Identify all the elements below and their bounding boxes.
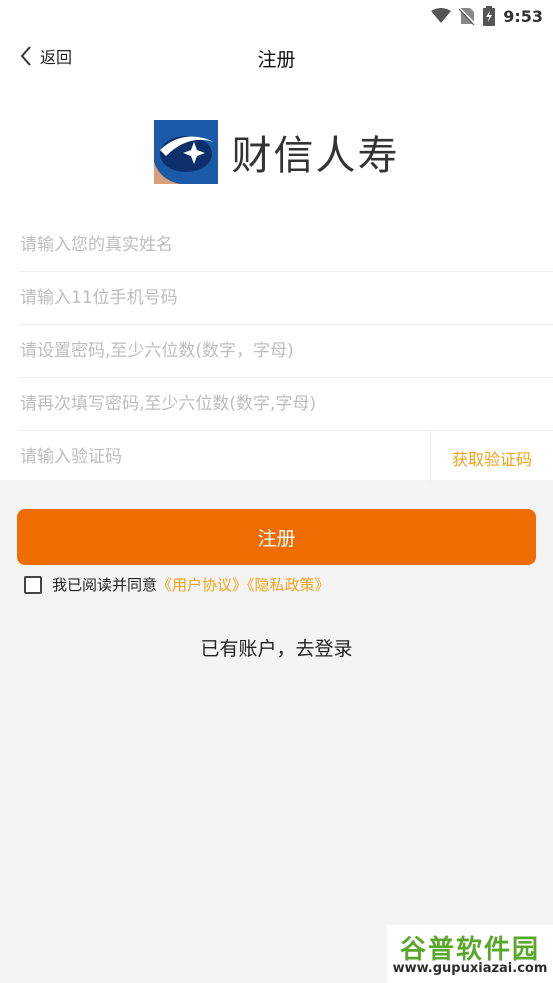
brand-name: 财信人寿 <box>231 133 400 179</box>
login-link[interactable]: 已有账户，去登录 <box>0 634 553 661</box>
privacy-policy-link[interactable]: 《隐私政策》 <box>247 576 330 594</box>
password-field-row <box>18 325 553 378</box>
user-agreement-link[interactable]: 《用户协议》 <box>157 576 247 594</box>
name-field-row <box>18 219 553 272</box>
no-sim-icon <box>459 7 476 25</box>
battery-charging-icon <box>483 6 496 26</box>
code-field-row: 获取验证码 <box>18 431 553 485</box>
watermark: 谷普软件园 www.gupuxiazai.com <box>387 925 553 983</box>
agree-checkbox[interactable] <box>24 575 42 594</box>
agreement-row: 我已阅读并同意《用户协议》《隐私政策》 <box>24 574 330 595</box>
brand-logo-icon <box>153 120 218 184</box>
status-bar: 9:53 <box>0 0 553 32</box>
confirm-password-field-row <box>18 378 553 431</box>
wifi-icon <box>431 8 452 23</box>
register-form: 获取验证码 <box>18 219 553 485</box>
status-icons: 9:53 <box>431 4 543 28</box>
logo: 财信人寿 <box>0 120 553 184</box>
phone-field-row <box>18 272 553 325</box>
confirm-password-input[interactable] <box>18 393 553 415</box>
watermark-url: www.gupuxiazai.com <box>392 961 548 976</box>
register-button[interactable]: 注册 <box>17 509 536 565</box>
get-code-button[interactable]: 获取验证码 <box>430 431 553 485</box>
phone-input[interactable] <box>18 287 553 309</box>
verification-code-input[interactable] <box>18 446 422 468</box>
password-input[interactable] <box>18 340 553 362</box>
header: 返回 注册 <box>0 32 553 84</box>
form-panel: 财信人寿 获取验证码 <box>0 84 553 485</box>
page-title: 注册 <box>257 49 296 71</box>
status-time: 9:53 <box>503 6 543 26</box>
name-input[interactable] <box>18 234 553 256</box>
agreement-prefix: 我已阅读并同意 <box>52 576 158 594</box>
